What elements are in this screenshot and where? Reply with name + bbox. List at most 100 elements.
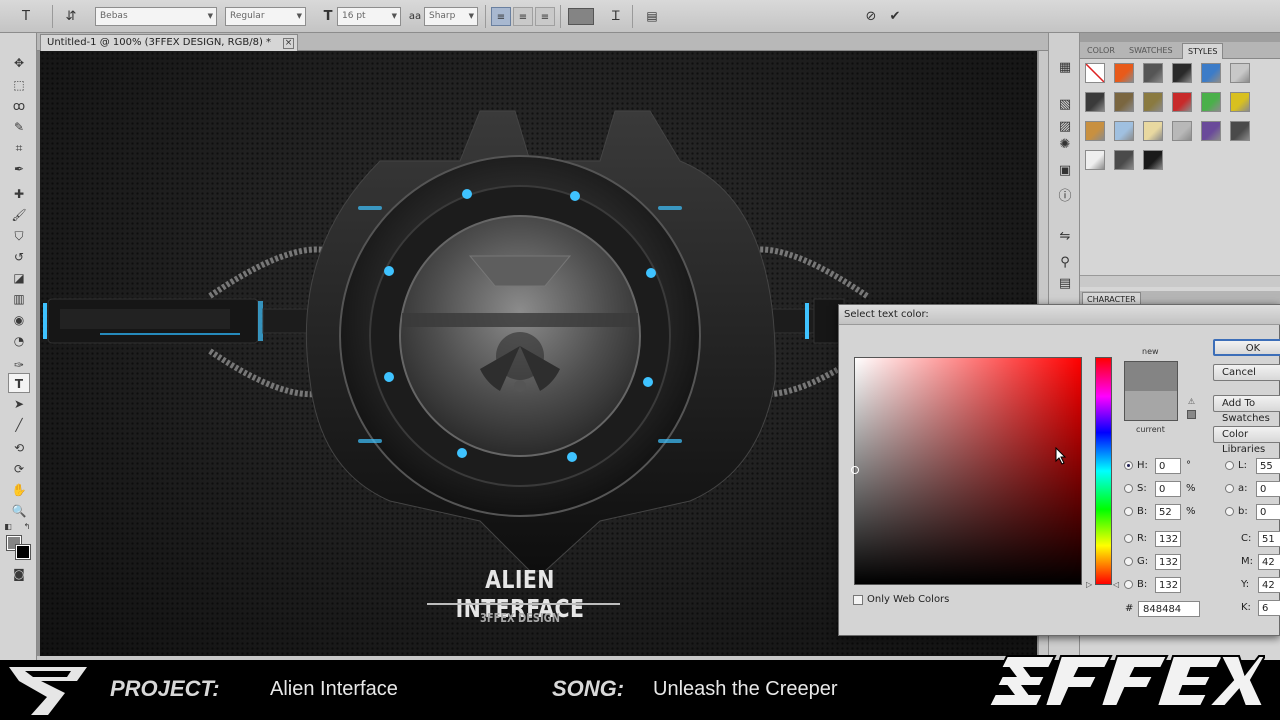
eraser-tool-icon[interactable]: ◪: [8, 268, 30, 288]
style-swatch[interactable]: [1230, 63, 1250, 83]
current-color-preview[interactable]: [1124, 391, 1178, 421]
add-to-swatches-button[interactable]: Add To Swatches: [1213, 395, 1280, 424]
align-left-button[interactable]: ≡: [491, 7, 511, 26]
style-swatch[interactable]: [1114, 121, 1134, 141]
saturation-field[interactable]: 0: [1155, 481, 1181, 497]
actions-icon[interactable]: ▨: [1054, 117, 1076, 137]
cancel-button[interactable]: Cancel: [1213, 364, 1280, 381]
quick-mask-icon[interactable]: ◙: [8, 564, 30, 584]
3d-rotate-tool-icon[interactable]: ⟲: [8, 438, 30, 458]
brush-presets-icon[interactable]: ✺: [1054, 135, 1076, 155]
hue-slider[interactable]: [1095, 357, 1112, 585]
style-swatch[interactable]: [1201, 121, 1221, 141]
style-swatch[interactable]: [1201, 63, 1221, 83]
history-brush-tool-icon[interactable]: ↺: [8, 247, 30, 267]
hand-tool-icon[interactable]: ✋: [8, 480, 30, 500]
style-swatch[interactable]: [1230, 92, 1250, 112]
move-tool-icon[interactable]: ✥: [8, 53, 30, 73]
ok-button[interactable]: OK: [1213, 339, 1280, 356]
blur-tool-icon[interactable]: ◉: [8, 310, 30, 330]
saturation-radio[interactable]: [1124, 484, 1133, 493]
tab-swatches[interactable]: SWATCHES: [1124, 43, 1178, 59]
yellow-field[interactable]: 42: [1258, 577, 1280, 593]
style-swatch[interactable]: [1143, 150, 1163, 170]
close-icon[interactable]: ×: [283, 38, 295, 49]
style-swatch[interactable]: [1172, 121, 1192, 141]
dodge-tool-icon[interactable]: ◔: [8, 331, 30, 351]
swap-colors-icon[interactable]: ↰: [22, 517, 32, 537]
green-radio[interactable]: [1124, 557, 1133, 566]
mini-bridge-icon[interactable]: ▦: [1054, 58, 1076, 78]
hue-field[interactable]: 0: [1155, 458, 1181, 474]
lab-a-radio[interactable]: [1225, 484, 1234, 493]
style-swatch[interactable]: [1172, 92, 1192, 112]
font-family-select[interactable]: Bebas ▼: [95, 7, 217, 26]
paragraph-icon[interactable]: ⇋: [1054, 227, 1076, 247]
lab-b-radio[interactable]: [1225, 507, 1234, 516]
style-swatch[interactable]: [1143, 121, 1163, 141]
style-swatch[interactable]: [1143, 92, 1163, 112]
healing-brush-tool-icon[interactable]: ✚: [8, 184, 30, 204]
3d-orbit-tool-icon[interactable]: ⟳: [8, 459, 30, 479]
path-selection-tool-icon[interactable]: ➤: [8, 394, 30, 414]
type-tool-preset-icon[interactable]: T: [16, 7, 36, 26]
cancel-edits-icon[interactable]: ⊘: [861, 7, 881, 26]
color-marker[interactable]: [851, 466, 859, 474]
quick-select-tool-icon[interactable]: ✎: [8, 117, 30, 137]
shape-tool-icon[interactable]: ╱: [8, 415, 30, 435]
magenta-field[interactable]: 42: [1258, 554, 1280, 570]
black-field[interactable]: 6: [1258, 600, 1280, 616]
lab-a-field[interactable]: 0: [1256, 481, 1280, 497]
red-field[interactable]: 132: [1155, 531, 1181, 547]
hue-radio[interactable]: [1124, 461, 1133, 470]
font-style-select[interactable]: Regular ▼: [225, 7, 306, 26]
lab-l-radio[interactable]: [1225, 461, 1234, 470]
blue-field[interactable]: 132: [1155, 577, 1181, 593]
red-radio[interactable]: [1124, 534, 1133, 543]
color-libraries-button[interactable]: Color Libraries: [1213, 426, 1280, 455]
warp-text-icon[interactable]: Ꮖ: [606, 7, 626, 26]
hue-slider-left-arrow-icon[interactable]: ▷: [1086, 580, 1092, 589]
cyan-field[interactable]: 51: [1258, 531, 1280, 547]
blue-radio[interactable]: [1124, 580, 1133, 589]
style-swatch[interactable]: [1201, 92, 1221, 112]
type-tool-icon[interactable]: T: [8, 373, 30, 393]
info-icon[interactable]: ⓘ: [1054, 187, 1076, 207]
brightness-radio[interactable]: [1124, 507, 1133, 516]
only-web-colors-checkbox[interactable]: [853, 595, 863, 605]
style-swatch[interactable]: [1172, 63, 1192, 83]
clone-source-icon[interactable]: ▣: [1054, 161, 1076, 181]
eyedropper-tool-icon[interactable]: ✒: [8, 159, 30, 179]
history-icon[interactable]: ▧: [1054, 95, 1076, 115]
style-swatch[interactable]: [1114, 150, 1134, 170]
brightness-field[interactable]: 52: [1155, 504, 1181, 520]
character-panel-toggle-icon[interactable]: ▤: [642, 7, 662, 26]
background-color-swatch[interactable]: [15, 544, 31, 560]
text-orientation-icon[interactable]: ⇵: [61, 7, 81, 26]
commit-edits-icon[interactable]: ✔: [885, 7, 905, 26]
lasso-tool-icon[interactable]: ꝏ: [8, 96, 30, 116]
hue-slider-right-arrow-icon[interactable]: ◁: [1113, 580, 1119, 589]
align-center-button[interactable]: ≡: [513, 7, 533, 26]
style-swatch[interactable]: [1085, 121, 1105, 141]
style-swatch[interactable]: [1114, 63, 1134, 83]
gradient-tool-icon[interactable]: ▥: [8, 289, 30, 309]
tool-presets-icon[interactable]: ⚲: [1054, 253, 1076, 273]
saturation-brightness-field[interactable]: [851, 357, 1082, 585]
marquee-tool-icon[interactable]: ⬚: [8, 75, 30, 95]
layer-comps-icon[interactable]: ▤: [1054, 274, 1076, 294]
clone-stamp-tool-icon[interactable]: ⛉: [8, 226, 30, 246]
style-swatch[interactable]: [1230, 121, 1250, 141]
style-swatch[interactable]: [1085, 150, 1105, 170]
document-tab[interactable]: Untitled-1 @ 100% (3FFEX DESIGN, RGB/8) …: [40, 34, 299, 51]
font-size-select[interactable]: 16 pt ▼: [337, 7, 401, 26]
default-colors-icon[interactable]: ◧: [3, 517, 13, 537]
pen-tool-icon[interactable]: ✑: [8, 355, 30, 375]
text-color-swatch[interactable]: [568, 8, 594, 25]
style-swatch[interactable]: [1143, 63, 1163, 83]
style-swatch[interactable]: [1085, 63, 1105, 83]
style-swatch[interactable]: [1114, 92, 1134, 112]
tab-color[interactable]: COLOR: [1082, 43, 1120, 59]
crop-tool-icon[interactable]: ⌗: [8, 138, 30, 158]
lab-l-field[interactable]: 55: [1256, 458, 1280, 474]
